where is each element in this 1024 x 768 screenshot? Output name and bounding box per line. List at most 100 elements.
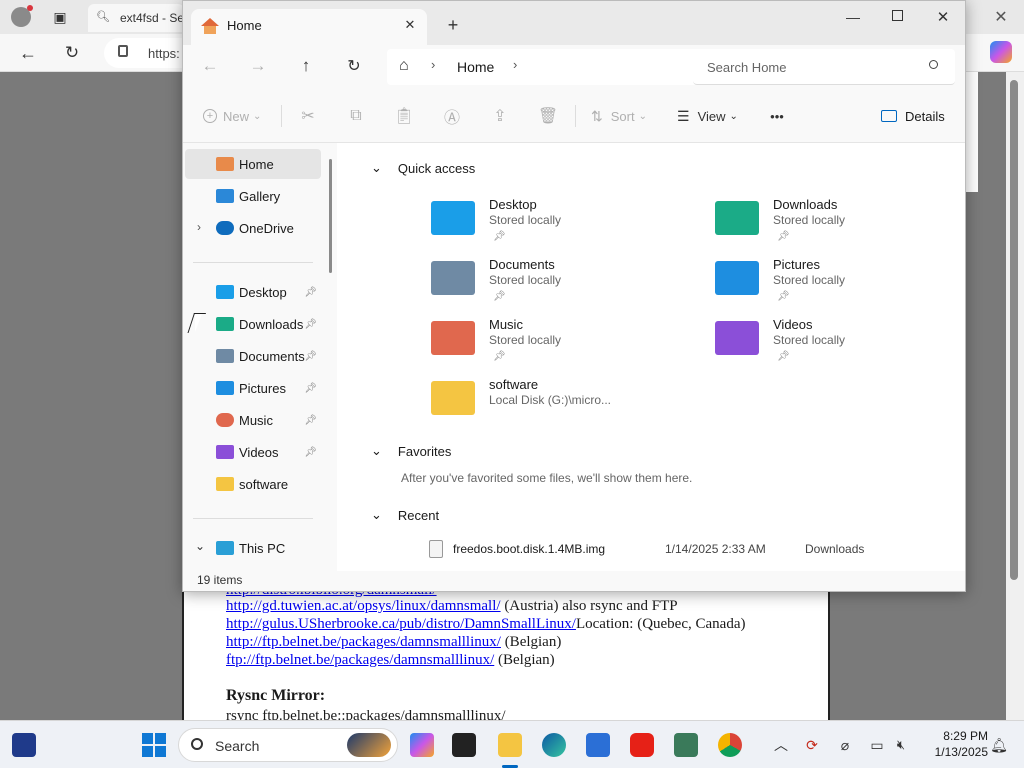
chevron-right-icon[interactable]: › [513,57,517,72]
mirror-link[interactable]: http://gulus.USherbrooke.ca/pub/distro/D… [226,616,576,632]
item-name: Music [489,317,523,332]
browser-scroll-thumb[interactable] [1010,80,1018,580]
mirror-link[interactable]: http://ftp.belnet.be/packages/damnsmalll… [226,634,501,650]
share-icon[interactable]: ⇪ [489,105,511,127]
refresh-folder-icon[interactable]: ↻ [343,55,365,77]
explorer-tab-home[interactable]: Home ✕ [191,9,427,45]
cut-icon[interactable]: ✂ [297,105,319,127]
home-icon [201,18,219,26]
nav-item-this-pc[interactable]: ⌄ This PC [185,533,321,563]
delete-icon[interactable]: 🗑︎ [537,105,559,127]
clock-date: 1/13/2025 [934,745,988,759]
store-icon[interactable] [586,733,610,757]
chevron-down-icon: ⌄ [638,110,647,122]
nav-item-onedrive[interactable]: › OneDrive [185,213,321,243]
nav-item-videos[interactable]: Videos 📌︎ [185,437,321,467]
quick-access-item-desktop[interactable]: Desktop Stored locally 📌︎ [431,195,691,251]
new-label: New [223,108,250,124]
plus-circle-icon: + [203,109,217,123]
quick-access-item-software[interactable]: software Local Disk (G:)\micro... [431,375,691,431]
close-window-icon[interactable]: ✕ [931,5,955,29]
browser-close-icon[interactable]: ✕ [990,6,1012,28]
mirror-link[interactable]: http://gd.tuwien.ac.at/opsys/linux/damns… [226,598,501,614]
rename-icon[interactable]: Ⓐ [441,105,463,127]
quick-access-item-videos[interactable]: Videos Stored locally 📌︎ [715,315,975,371]
taskbar-search[interactable]: Search [178,728,398,762]
quick-access-item-music[interactable]: Music Stored locally 📌︎ [431,315,691,371]
nav-label: Pictures [239,380,286,396]
virtual-machine-icon[interactable] [674,733,698,757]
item-name: Downloads [773,197,838,212]
pin-icon: 📌︎ [493,351,506,362]
minimize-icon[interactable]: — [839,5,867,29]
nav-label: Home [239,156,274,172]
browser-tab[interactable]: 🔍︎ ext4fsd - Se [88,4,184,32]
folder-icon [216,477,234,491]
chevron-down-icon[interactable]: ⌄ [195,539,205,553]
nav-item-documents[interactable]: Documents 📌︎ [185,341,321,371]
nfl-widget-icon[interactable] [12,733,36,757]
mirror-link[interactable]: ftp://ftp.belnet.be/packages/damnsmallli… [226,652,494,668]
chevron-right-icon[interactable]: › [197,220,201,234]
back-icon[interactable]: ← [16,42,40,64]
show-hidden-icons-chevron[interactable]: ︿ [772,733,790,757]
new-button[interactable]: + New ⌄ [203,105,261,127]
pin-icon: 📌︎ [304,286,317,298]
clock[interactable]: 8:29 PM 1/13/2025 [918,728,988,760]
quick-access-item-documents[interactable]: Documents Stored locally 📌︎ [431,255,691,311]
search-placeholder: Search Home [707,60,787,75]
quick-access-item-downloads[interactable]: Downloads Stored locally 📌︎ [715,195,975,251]
breadcrumb-home[interactable]: Home [457,59,494,75]
folder-icon [431,381,475,415]
maximize-icon[interactable] [892,10,903,21]
copilot-app-icon[interactable] [410,733,434,757]
edge-icon[interactable] [542,733,566,757]
section-quick-access[interactable]: ⌄ Quick access [371,160,475,176]
nav-item-gallery[interactable]: Gallery [185,181,321,211]
nav-item-home[interactable]: Home [185,149,321,179]
document-icon [216,349,234,363]
nav-item-software[interactable]: software [185,469,321,499]
volume-muted-icon[interactable]: 🔇︎ [892,733,910,757]
start-button[interactable] [142,733,166,757]
nav-scrollbar[interactable] [329,159,332,273]
refresh-icon[interactable]: ↻ [60,42,84,64]
item-location: Stored locally [489,213,562,227]
nav-item-music[interactable]: Music 📌︎ [185,405,321,435]
item-location: Stored locally [489,333,562,347]
mirror-note: (Belgian) [494,652,555,668]
section-recent[interactable]: ⌄ Recent [371,507,439,523]
display-icon[interactable]: ▭ [866,733,888,757]
notification-bell-icon[interactable]: 🔔︎ [988,733,1010,757]
close-tab-icon[interactable]: ✕ [401,16,419,34]
section-favorites[interactable]: ⌄ Favorites [371,443,451,459]
nav-item-desktop[interactable]: Desktop 📌︎ [185,277,321,307]
recent-file-row[interactable]: freedos.boot.disk.1.4MB.img 1/14/2025 2:… [427,537,957,561]
more-options-button[interactable]: ••• [763,105,791,127]
up-arrow-icon[interactable]: ↑ [295,55,317,77]
network-off-icon[interactable]: ⌀ [834,733,856,757]
sync-icon[interactable]: ⟳ [802,733,822,757]
recent-file-date: 1/14/2025 2:33 AM [665,542,766,556]
youtube-icon[interactable] [630,733,654,757]
terminal-icon[interactable] [452,733,476,757]
forward-arrow-icon[interactable]: → [247,55,269,77]
chrome-icon[interactable] [718,733,742,757]
tab-actions-icon[interactable]: ▣ [50,7,70,27]
nav-item-pictures[interactable]: Pictures 📌︎ [185,373,321,403]
file-explorer-taskbar-icon[interactable] [498,733,522,757]
sort-button[interactable]: ⇅ Sort ⌄ [591,105,647,127]
sort-icon: ⇅ [591,107,603,124]
back-arrow-icon[interactable]: ← [199,55,221,77]
view-button[interactable]: ☰ View ⌄ [677,105,738,127]
search-icon [191,738,203,750]
address-bar[interactable]: https: [104,38,184,68]
search-box[interactable]: Search Home [693,49,955,85]
paste-icon[interactable]: 📋︎ [393,105,415,127]
quick-access-item-pictures[interactable]: Pictures Stored locally 📌︎ [715,255,975,311]
copilot-icon[interactable] [990,41,1012,63]
details-button[interactable]: Details [881,105,945,127]
new-tab-icon[interactable]: + [443,15,463,35]
mirror-row: ftp://ftp.belnet.be/packages/damnsmallli… [226,652,555,669]
copy-icon[interactable]: ⧉ [345,105,367,127]
